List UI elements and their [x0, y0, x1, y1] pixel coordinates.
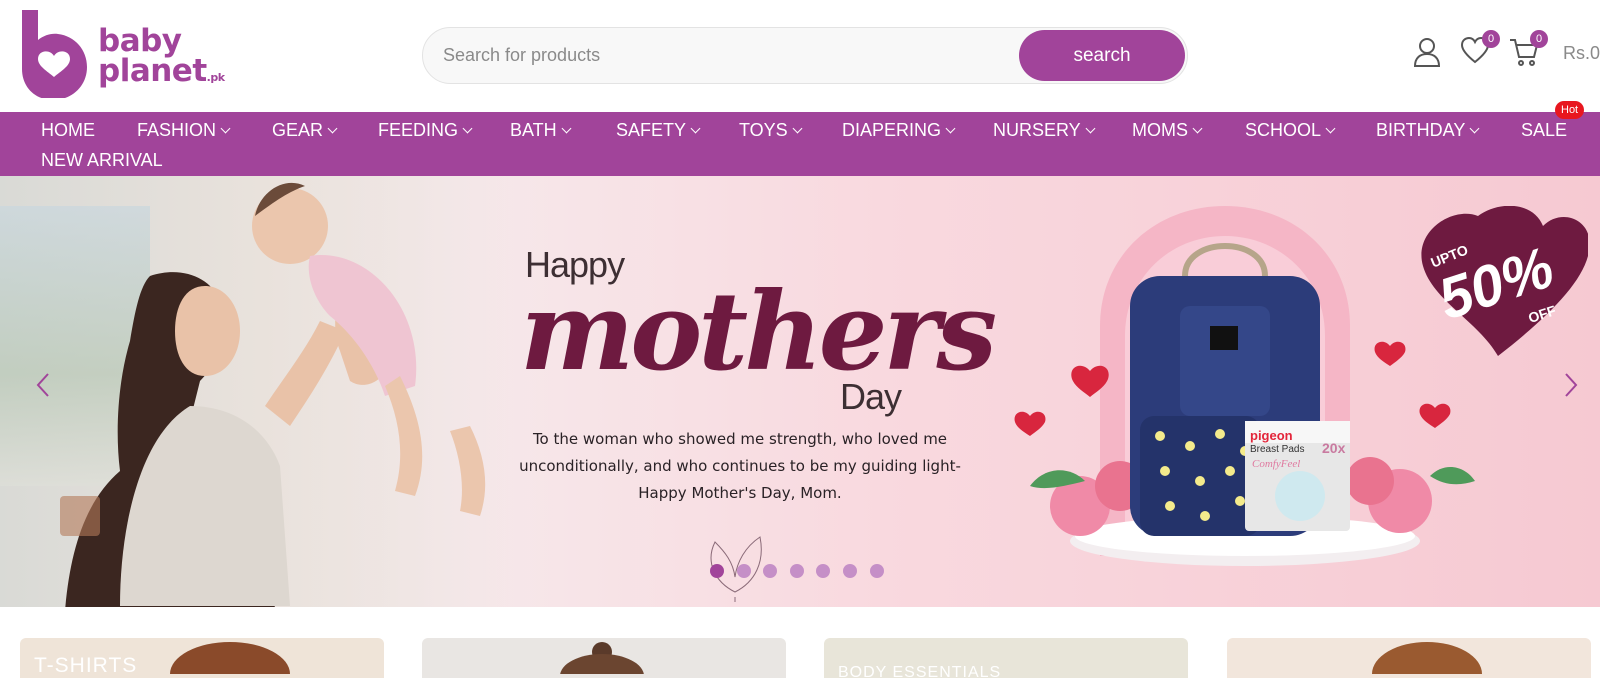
category-card[interactable] — [422, 638, 786, 678]
hero-tagline: To the woman who showed me strength, who… — [505, 426, 975, 507]
brand-name-line1: baby — [98, 23, 182, 59]
hero-mothers-text: mothers — [520, 269, 997, 395]
nav-item-diapering[interactable]: DIAPERING — [842, 119, 956, 141]
brand-logo-mark — [22, 10, 87, 98]
hero-tagline-line3: Happy Mother's Day, Mom. — [638, 484, 842, 502]
product-name: Breast Pads — [1250, 444, 1305, 455]
slider-dot[interactable] — [843, 564, 857, 578]
chevron-down-icon — [1085, 123, 1096, 134]
cart-button[interactable]: 0 — [1508, 30, 1548, 68]
search-input[interactable] — [443, 28, 1003, 83]
cart-count: 0 — [1530, 30, 1548, 48]
brand-suffix: .pk — [206, 71, 225, 84]
main-nav: HOME FASHION GEAR FEEDING BATH SAFETY TO… — [0, 112, 1600, 176]
category-label: T-SHIRTS — [34, 654, 138, 677]
slider-dots — [710, 564, 890, 580]
header-icons: 0 0 Rs.0 — [1400, 30, 1600, 76]
slider-dot[interactable] — [870, 564, 884, 578]
site-header: baby planet.pk search 0 0 Rs.0 — [0, 0, 1600, 112]
nav-item-new-arrival[interactable]: NEW ARRIVAL — [41, 149, 163, 171]
category-image — [1372, 642, 1482, 674]
nav-item-safety[interactable]: SAFETY — [616, 119, 701, 141]
category-image — [560, 642, 644, 674]
product-display — [1014, 206, 1475, 566]
category-cards: T-SHIRTS BODY ESSENTIALS — [0, 638, 1600, 681]
nav-item-school[interactable]: SCHOOL — [1245, 119, 1336, 141]
nav-item-moms[interactable]: MOMS — [1132, 119, 1203, 141]
chevron-down-icon — [1469, 123, 1480, 134]
slider-dot[interactable] — [763, 564, 777, 578]
nav-item-fashion[interactable]: FASHION — [137, 119, 231, 141]
product-tag: 20x — [1322, 440, 1346, 456]
chevron-down-icon — [945, 123, 956, 134]
slider-dot[interactable] — [816, 564, 830, 578]
mother-baby-image — [60, 182, 486, 607]
chevron-down-icon — [462, 123, 473, 134]
prev-slide-icon[interactable] — [34, 372, 54, 398]
brand-name: baby planet.pk — [98, 26, 225, 93]
chevron-down-icon — [1325, 123, 1336, 134]
nav-item-gear[interactable]: GEAR — [272, 119, 338, 141]
search-button[interactable]: search — [1019, 30, 1185, 81]
nav-item-sale[interactable]: SALE — [1521, 119, 1567, 141]
wishlist-button[interactable]: 0 — [1460, 30, 1500, 68]
brand-logo[interactable]: baby planet.pk — [18, 8, 228, 98]
nav-item-toys[interactable]: TOYS — [739, 119, 803, 141]
nav-item-birthday[interactable]: BIRTHDAY — [1376, 119, 1480, 141]
nav-item-nursery[interactable]: NURSERY — [993, 119, 1096, 141]
hero-tagline-line1: To the woman who showed me strength, who… — [532, 430, 948, 448]
category-card[interactable] — [1227, 638, 1591, 678]
category-card-tshirts[interactable]: T-SHIRTS — [20, 638, 384, 678]
chevron-down-icon — [690, 123, 701, 134]
flower-outline-icon — [710, 536, 762, 602]
product-sub: ComfyFeel — [1252, 458, 1301, 470]
user-icon[interactable] — [1412, 36, 1444, 68]
search-bar: search — [422, 27, 1188, 84]
product-brand: pigeon — [1250, 428, 1293, 443]
category-label: BODY ESSENTIALS — [838, 664, 1002, 681]
hot-badge: Hot — [1555, 101, 1585, 119]
nav-item-feeding[interactable]: FEEDING — [378, 119, 473, 141]
cart-total[interactable]: Rs.0 — [1563, 43, 1600, 64]
hero-slider[interactable]: Happy mothers Day To the woman who showe… — [0, 176, 1600, 607]
wishlist-count: 0 — [1482, 30, 1500, 48]
brand-name-line2: planet — [98, 53, 207, 89]
nav-item-bath[interactable]: BATH — [510, 119, 572, 141]
slider-dot[interactable] — [710, 564, 724, 578]
chevron-down-icon — [561, 123, 572, 134]
chevron-down-icon — [1192, 123, 1203, 134]
chevron-down-icon — [220, 123, 231, 134]
category-card-body-essentials[interactable]: BODY ESSENTIALS — [824, 638, 1188, 681]
offer-badge: UPTO 50% OFF — [1418, 206, 1588, 356]
chevron-down-icon — [792, 123, 803, 134]
slider-dot[interactable] — [737, 564, 751, 578]
hero-day-text: Day — [840, 376, 902, 417]
category-image — [170, 642, 290, 674]
hero-tagline-line2: unconditionally, and who continues to be… — [519, 457, 961, 475]
next-slide-icon[interactable] — [1560, 372, 1580, 398]
slider-dot[interactable] — [790, 564, 804, 578]
chevron-down-icon — [327, 123, 338, 134]
nav-item-home[interactable]: HOME — [41, 119, 95, 141]
